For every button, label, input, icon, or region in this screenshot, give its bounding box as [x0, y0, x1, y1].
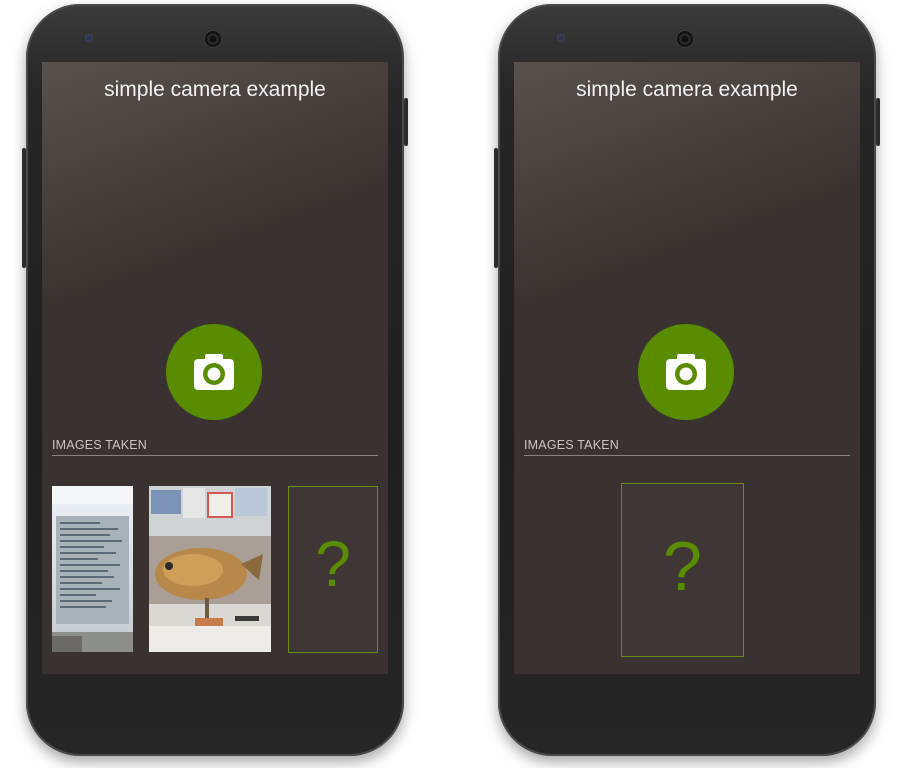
images-taken-label: IMAGES TAKEN [524, 438, 620, 452]
question-mark-icon: ? [663, 527, 702, 605]
volume-button [22, 148, 26, 268]
app-screen-left: simple camera example IMAGES TAKEN ? [42, 62, 388, 674]
camera-icon [194, 354, 234, 390]
volume-button [494, 148, 498, 268]
earpiece-speaker [676, 30, 694, 48]
app-title: simple camera example [576, 78, 798, 101]
power-button [876, 98, 880, 146]
question-mark-icon: ? [315, 528, 351, 600]
take-photo-button[interactable] [166, 324, 262, 420]
images-taken-label: IMAGES TAKEN [52, 438, 148, 452]
proximity-sensors [830, 36, 846, 54]
app-title: simple camera example [104, 78, 326, 101]
front-sensor [558, 35, 564, 41]
app-screen-right: simple camera example IMAGES TAKEN ? [514, 62, 860, 674]
earpiece-speaker [204, 30, 222, 48]
power-button [404, 98, 408, 146]
image-placeholder[interactable]: ? [288, 486, 378, 653]
thumbnail-fish-photo[interactable] [149, 486, 271, 652]
thumbnail-monitor-photo[interactable] [52, 486, 133, 652]
camera-icon [666, 354, 706, 390]
front-sensor [86, 35, 92, 41]
phone-frame-left: simple camera example IMAGES TAKEN ? [22, 4, 408, 756]
take-photo-button[interactable] [638, 324, 734, 420]
section-divider [52, 455, 378, 456]
section-divider [524, 455, 850, 456]
proximity-sensors [358, 36, 374, 54]
phone-frame-right: simple camera example IMAGES TAKEN ? [494, 4, 880, 756]
fish-photo-image [149, 486, 271, 652]
monitor-photo-image [52, 486, 133, 652]
image-placeholder[interactable]: ? [621, 483, 744, 657]
